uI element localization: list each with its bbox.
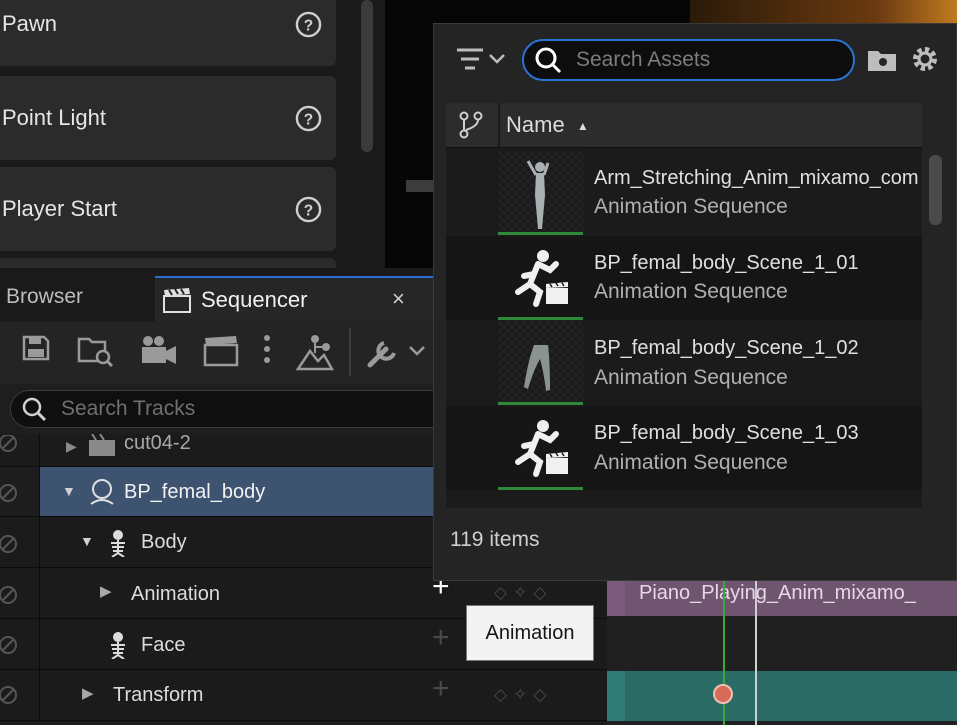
svg-text:?: ?: [304, 202, 313, 219]
keyframe-nav-icon[interactable]: ◇✧◇: [494, 583, 552, 603]
place-item-label: Pawn: [2, 11, 58, 36]
track-label: BP_femal_body: [124, 481, 266, 503]
asset-type: Animation Sequence: [594, 195, 788, 218]
running-figure-icon: [515, 420, 568, 477]
item-count: 119 items: [450, 528, 540, 551]
search-placeholder: Search Assets: [576, 48, 711, 71]
place-panel-scrollbar[interactable]: [361, 0, 373, 152]
expand-arrow-icon[interactable]: ▶: [100, 582, 112, 600]
more-options-icon[interactable]: [262, 333, 272, 365]
camera-icon[interactable]: [140, 333, 178, 367]
place-item-pawn[interactable]: Pawn ?: [0, 0, 336, 66]
legs-thumbnail: [498, 321, 583, 402]
keyframe-nav-icon[interactable]: ◇✧◇: [494, 685, 552, 705]
search-assets-input[interactable]: Search Assets: [522, 39, 855, 81]
skeleton-icon: [111, 530, 125, 557]
asset-thumbnail: [498, 321, 583, 405]
tab-content-browser[interactable]: Browser: [0, 272, 152, 322]
cursor-line: [755, 570, 757, 725]
search-placeholder: Search Tracks: [61, 397, 196, 420]
running-figure-icon: [515, 250, 568, 307]
browse-folder-icon[interactable]: [77, 333, 115, 369]
track-label: Animation: [131, 583, 220, 605]
skeleton-icon: [111, 632, 125, 659]
search-icon: [535, 47, 562, 74]
search-tracks-input[interactable]: Search Tracks: [10, 390, 450, 428]
asset-type: Animation Sequence: [594, 451, 788, 474]
viewport-object: [406, 180, 436, 192]
column-divider: [498, 103, 500, 148]
track-label: Face: [141, 634, 186, 656]
track-label: Body: [141, 531, 187, 553]
collapse-arrow-icon[interactable]: ▼: [80, 533, 94, 549]
tab-label: Sequencer: [201, 287, 308, 312]
gear-icon[interactable]: [911, 45, 939, 73]
place-item-point-light[interactable]: Point Light ?: [0, 76, 336, 160]
disable-icons-column: [0, 435, 17, 704]
source-control-icon[interactable]: [458, 111, 484, 139]
column-header-label: Name: [506, 112, 565, 137]
wrench-settings-icon[interactable]: [366, 333, 428, 369]
asset-thumbnail: [498, 236, 583, 320]
tab-sequencer[interactable]: Sequencer ×: [155, 276, 435, 322]
help-icon[interactable]: ?: [295, 196, 322, 223]
asset-type: Animation Sequence: [594, 280, 788, 303]
svg-text:?: ?: [304, 111, 313, 128]
search-icon: [22, 397, 47, 422]
close-icon[interactable]: ×: [392, 286, 405, 312]
track-label: Transform: [113, 684, 204, 706]
place-actors-panel: Pawn ? Point Light ? Player Start ?: [0, 0, 385, 278]
help-icon[interactable]: ?: [295, 11, 322, 38]
clapperboard-icon: [163, 288, 191, 313]
asset-name: BP_femal_body_Scene_1_03: [594, 422, 859, 444]
place-item-player-start[interactable]: Player Start ?: [0, 167, 336, 251]
hierarchy-icon[interactable]: [296, 333, 334, 371]
asset-name: BP_femal_body_Scene_1_01: [594, 252, 859, 274]
track-label: cut04-2: [124, 432, 191, 454]
asset-name: Arm_Stretching_Anim_mixamo_com: [594, 167, 919, 189]
animation-section-label: Piano_Playing_Anim_mixamo_: [639, 581, 916, 604]
place-item-label: Player Start: [2, 196, 117, 221]
clapperboard-icon[interactable]: [203, 333, 239, 367]
add-track-icon[interactable]: +: [432, 672, 450, 706]
mannequin-thumbnail: [498, 151, 583, 232]
transform-section[interactable]: [625, 671, 957, 721]
asset-type: Animation Sequence: [594, 366, 788, 389]
place-item-label: Point Light: [2, 105, 106, 130]
filter-icon[interactable]: [455, 45, 513, 75]
asset-list-scrollbar[interactable]: [929, 155, 942, 225]
actor-icon: [90, 479, 114, 505]
film-clip-icon: [89, 434, 115, 456]
collapse-arrow-icon[interactable]: ▼: [62, 483, 76, 499]
expand-arrow-icon[interactable]: ▶: [66, 438, 77, 455]
asset-name: BP_femal_body_Scene_1_02: [594, 337, 859, 359]
viewport-scene-light: [690, 0, 957, 24]
tooltip-text: Animation: [485, 621, 575, 644]
asset-thumbnail: [498, 151, 583, 235]
asset-thumbnail: [498, 406, 583, 490]
track-row-transform[interactable]: ▶ Transform + ◇✧◇: [0, 670, 607, 721]
expand-arrow-icon[interactable]: ▶: [82, 684, 94, 702]
toolbar-divider: [349, 328, 351, 376]
column-header-name[interactable]: Name ▲: [506, 112, 589, 138]
tooltip: Animation: [466, 605, 594, 661]
svg-text:?: ?: [304, 17, 313, 34]
save-icon[interactable]: [22, 333, 50, 363]
folder-icon[interactable]: [866, 47, 898, 73]
keyframe-marker[interactable]: [713, 684, 733, 704]
help-icon[interactable]: ?: [295, 105, 322, 132]
add-track-icon[interactable]: +: [432, 621, 450, 655]
asset-row-partial: [446, 491, 922, 508]
tab-label: Browser: [6, 285, 84, 308]
sort-ascending-icon: ▲: [576, 119, 589, 134]
